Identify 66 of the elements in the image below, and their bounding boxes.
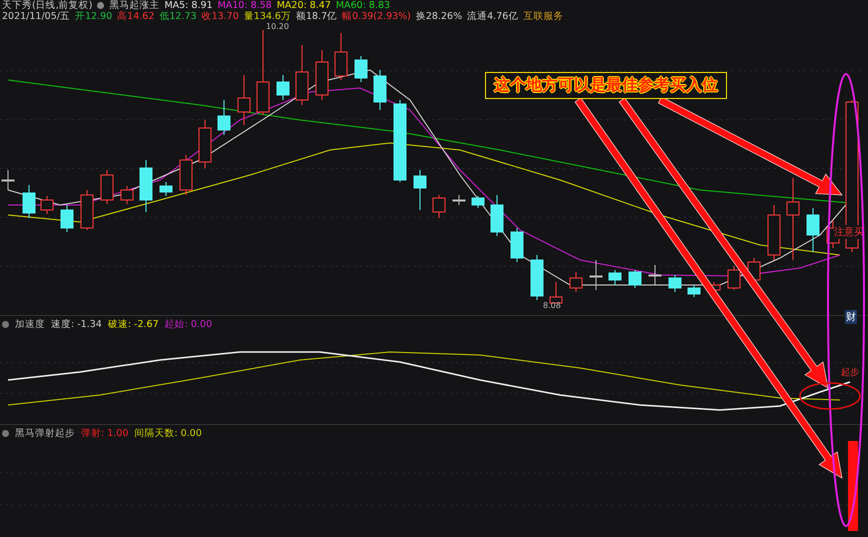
annotation-callout: 这个地方可以是最佳参考买入位 — [485, 72, 727, 99]
quote-value: 高14.62 — [117, 11, 154, 22]
indicator-value: 速度: -1.34 — [51, 318, 102, 330]
quote-value: 量134.6万 — [244, 11, 291, 22]
candlestick — [688, 284, 700, 298]
indicator-name: 黑马起涨主 — [109, 0, 160, 11]
candlestick — [2, 170, 14, 190]
candlestick — [276, 74, 290, 100]
quote-value: 低12.73 — [159, 11, 197, 22]
candlestick — [22, 184, 36, 218]
candlestick — [550, 282, 562, 304]
indicator-value: 间隔天数: 0.00 — [134, 426, 202, 440]
candlestick — [728, 266, 740, 290]
quote-value: 换28.26% — [416, 11, 462, 22]
quote-value: 互联服务 — [523, 11, 564, 22]
indicator-value: 起始: 0.00 — [164, 318, 212, 330]
candlestick — [648, 264, 662, 286]
moving-average-value: MA10: 8.58 — [218, 0, 272, 11]
candlestick — [60, 204, 74, 232]
quote-value: 开12.90 — [74, 11, 112, 22]
candlestick — [628, 270, 642, 288]
indicator-value: 破速: -2.67 — [108, 318, 159, 330]
indicator-name: 黑马弹射起步 — [15, 426, 75, 440]
candlestick — [296, 44, 308, 106]
indicator-name: 加速度 — [15, 318, 45, 330]
candlestick — [452, 194, 466, 206]
candlestick — [218, 100, 230, 136]
quote-value: 收13.70 — [202, 11, 239, 22]
candlestick — [316, 50, 328, 100]
candlestick — [160, 182, 172, 196]
signal-label: 起步 — [840, 366, 860, 379]
candlestick — [198, 120, 212, 168]
date-label: 2021/11/05/五 — [2, 11, 70, 22]
high-price-label: 10.20 — [266, 22, 289, 31]
moving-average-value: MA20: 8.47 — [276, 0, 331, 11]
candlestick — [510, 228, 524, 262]
candlestick — [668, 274, 682, 292]
candlestick — [432, 194, 446, 218]
moving-average-value: MA60: 8.83 — [336, 0, 390, 11]
candlestick — [334, 32, 348, 80]
quote-value: 流通4.76亿 — [467, 11, 518, 22]
candlestick — [354, 56, 368, 82]
candlestick — [590, 260, 602, 290]
low-price-label: 8.08 — [543, 301, 561, 310]
candlestick — [140, 160, 152, 212]
candlestick — [374, 70, 386, 110]
candlestick — [238, 74, 250, 126]
candlestick — [490, 194, 504, 236]
finance-badge[interactable]: 财 — [845, 310, 857, 324]
candlestick — [608, 270, 622, 286]
indicator-value: 弹射: 1.00 — [81, 426, 128, 440]
candlestick — [40, 196, 54, 214]
candlestick — [472, 196, 484, 208]
candlestick — [100, 170, 114, 204]
candlestick — [530, 254, 544, 300]
candlestick — [806, 208, 820, 252]
candlestick — [180, 154, 192, 196]
moving-average-value: MA5: 8.91 — [164, 0, 213, 11]
candlestick — [768, 204, 780, 260]
candlestick — [414, 170, 426, 210]
candlestick — [570, 272, 582, 292]
quote-value: 幅0.39(2.93%) — [342, 11, 411, 22]
candlestick — [120, 186, 134, 204]
chart-title: 天下秀(日线,前复权) — [2, 0, 92, 11]
quote-value: 额18.7亿 — [296, 11, 338, 22]
candlestick — [80, 190, 94, 230]
